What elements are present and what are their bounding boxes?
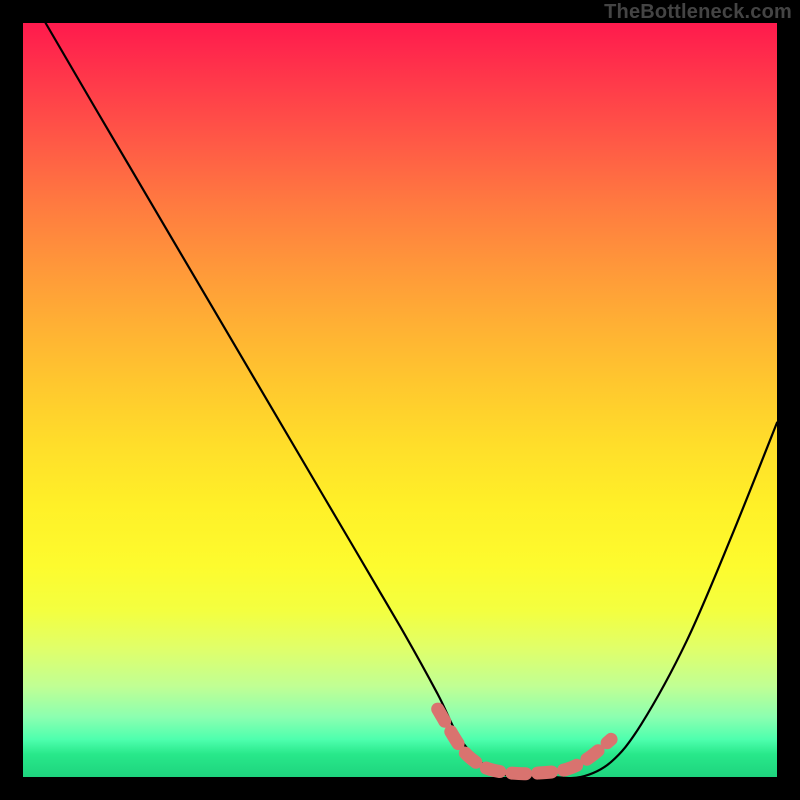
watermark-text: TheBottleneck.com bbox=[604, 2, 792, 22]
chart-svg bbox=[23, 23, 777, 777]
chart-frame: TheBottleneck.com bbox=[0, 0, 800, 800]
bottleneck-curve-path bbox=[46, 23, 777, 778]
valley-highlight-path bbox=[438, 709, 611, 774]
